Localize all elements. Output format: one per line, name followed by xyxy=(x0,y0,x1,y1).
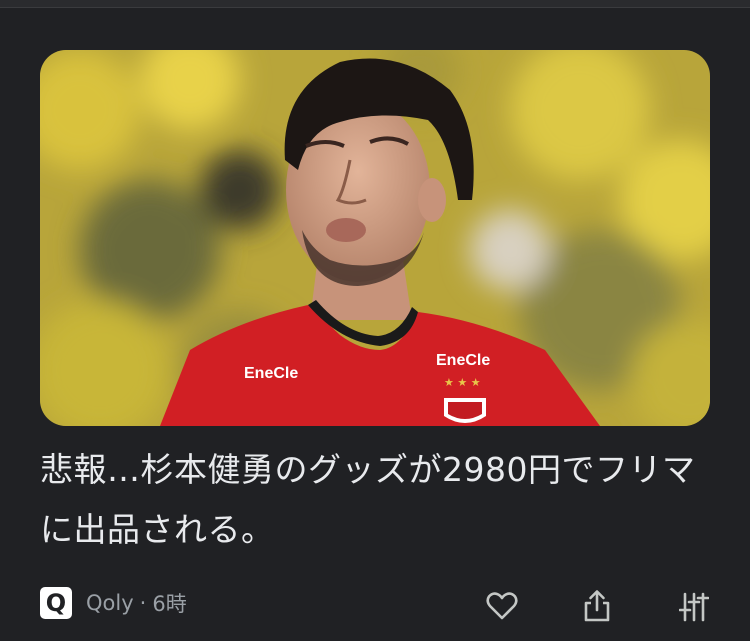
thumbnail-image: EneCle EneCle ★ ★ ★ xyxy=(40,50,710,426)
top-divider xyxy=(0,0,750,8)
svg-text:★ ★ ★: ★ ★ ★ xyxy=(444,376,481,389)
jersey-sponsor-left: EneCle xyxy=(244,365,298,382)
heart-icon xyxy=(486,592,518,620)
like-button[interactable] xyxy=(482,586,522,626)
share-button[interactable] xyxy=(577,586,617,626)
more-options-button[interactable] xyxy=(674,586,714,626)
share-icon xyxy=(584,590,610,622)
jersey-sponsor-right: EneCle xyxy=(436,352,490,369)
article-thumbnail[interactable]: EneCle EneCle ★ ★ ★ xyxy=(40,50,710,426)
news-card[interactable]: EneCle EneCle ★ ★ ★ 悲報…杉本健勇のグッズが2980円でフリ… xyxy=(0,8,750,641)
tune-icon xyxy=(679,592,709,622)
article-title[interactable]: 悲報…杉本健勇のグッズが2980円でフリマに出品される。 xyxy=(40,440,720,560)
card-actions xyxy=(0,586,750,626)
